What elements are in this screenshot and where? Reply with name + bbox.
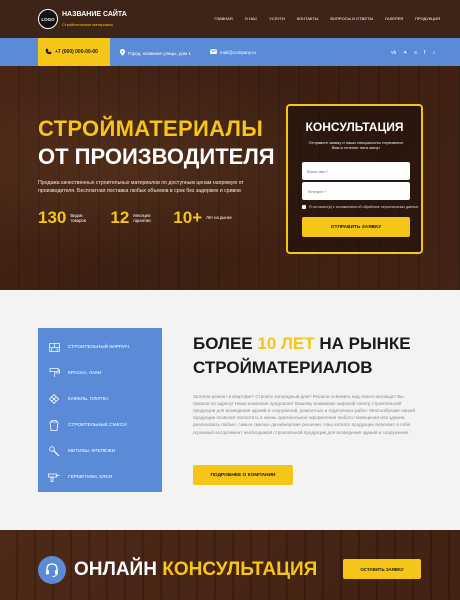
about-more-button[interactable]: ПОДРОБНЕЕ О КОМПАНИИ [193, 465, 293, 485]
submit-button[interactable]: ОТПРАВИТЬ ЗАЯВКУ [302, 217, 410, 237]
nav-item-about[interactable]: О НАС [245, 16, 258, 21]
about-text: Затеяли ремонт в квартире? Строите загор… [193, 394, 416, 435]
header: LOGO НАЗВАНИЕ САЙТА Стройительные матери… [0, 0, 460, 38]
category-item-fasteners[interactable]: МЕТИЗЫ, КРЕПЕЖИ [48, 445, 116, 456]
mail-icon [209, 48, 218, 55]
about-title-prefix: БОЛЕЕ [193, 334, 258, 353]
nav-item-services[interactable]: УСЛУГИ [269, 16, 285, 21]
map-pin-icon [120, 49, 125, 57]
category-label: ГЕРМЕТИКИ, КЛЕИ [68, 474, 113, 480]
about-section: СТРОИТЕЛЬНЫЙ КИРПИЧ КРАСКА, ЛАКИ КАФЕЛЬ,… [0, 290, 460, 530]
stat-years: 10+ Лет на рынке [173, 208, 234, 228]
hero-stats: 130 Видов товаров 12 Месяцев гарантии 10… [38, 208, 234, 228]
address-block: Город, название улицы, дом 1 [120, 49, 191, 57]
vk-icon[interactable]: vk [391, 50, 396, 56]
online-title: ОНЛАЙН КОНСУЛЬТАЦИЯ [74, 559, 317, 581]
phone-input[interactable] [302, 182, 410, 200]
skype-icon[interactable]: s [414, 50, 417, 56]
stat-label: Месяцев гарантии [133, 212, 151, 223]
facebook-icon[interactable]: f [424, 50, 425, 56]
hero-title-line2: ОТ ПРОИЗВОДИТЕЛЯ [38, 144, 275, 169]
headset-icon [38, 556, 66, 584]
consent-label: Я согласен(а) с положением об обработке … [309, 205, 419, 209]
online-title-accent: КОНСУЛЬТАЦИЯ [162, 559, 318, 580]
phone-icon [45, 48, 52, 57]
nav-item-gallery[interactable]: ГАЛЕРЕЯ [385, 16, 403, 21]
email-text[interactable]: mail@company.ru [220, 50, 256, 55]
cement-bag-icon [48, 419, 60, 431]
about-title: БОЛЕЕ 10 ЛЕТ НА РЫНКЕ [193, 334, 411, 354]
category-label: МЕТИЗЫ, КРЕПЕЖИ [68, 448, 116, 454]
category-label: СТРОИТЕЛЬНЫЙ КИРПИЧ [68, 344, 129, 350]
about-title-line2: СТРОЙМАТЕРИАЛОВ [193, 358, 373, 377]
form-title: КОНСУЛЬТАЦИЯ [305, 120, 404, 134]
screw-icon [48, 445, 60, 456]
logo[interactable]: LOGO [38, 9, 58, 29]
main-nav: ГЛАВНАЯ О НАС УСЛУГИ КОНТАКТЫ ВОПРОСЫ И … [214, 16, 440, 21]
email-block[interactable]: mail@company.ru [209, 48, 256, 55]
hero-title-line1: СТРОЙМАТЕРИАЛЫ [38, 116, 264, 141]
stat-label: Лет на рынке [206, 215, 232, 221]
phone-block[interactable]: +7 (000) 000-00-00 [38, 38, 110, 66]
stat-label: Видов товаров [70, 212, 86, 223]
category-item-tiles[interactable]: КАФЕЛЬ, ПЛИТКА [48, 394, 109, 404]
sealant-gun-icon [48, 472, 60, 482]
about-title-suffix: НА РЫНКЕ [314, 334, 411, 353]
site-title[interactable]: НАЗВАНИЕ САЙТА [62, 11, 127, 18]
phone-number[interactable]: +7 (000) 000-00-00 [55, 49, 98, 55]
address-text: Город, название улицы, дом 1 [128, 50, 191, 56]
nav-item-products[interactable]: ПРОДУКЦИЯ [415, 16, 440, 21]
category-menu: СТРОИТЕЛЬНЫЙ КИРПИЧ КРАСКА, ЛАКИ КАФЕЛЬ,… [38, 328, 162, 492]
site-subtitle: Стройительные материалы [62, 22, 114, 27]
nav-item-home[interactable]: ГЛАВНАЯ [214, 16, 232, 21]
stat-warranty: 12 Месяцев гарантии [110, 208, 161, 228]
consent-row[interactable]: Я согласен(а) с положением об обработке … [302, 205, 418, 209]
brick-icon [48, 342, 60, 352]
paint-roller-icon [48, 368, 60, 378]
online-title-prefix: ОНЛАЙН [74, 559, 163, 580]
about-title-accent: 10 ЛЕТ [257, 334, 315, 353]
hero-description: Продажа качественных строительных матери… [38, 180, 244, 194]
consent-checkbox[interactable] [302, 205, 306, 209]
social-links: vk ✦ s f ♁ [391, 50, 436, 56]
category-label: СТРОИТЕЛЬНЫЕ СМЕСИ [68, 422, 127, 428]
category-label: КРАСКА, ЛАКИ [68, 370, 102, 376]
category-item-mixes[interactable]: СТРОИТЕЛЬНЫЕ СМЕСИ [48, 419, 127, 431]
odnoklassniki-icon[interactable]: ♁ [432, 50, 436, 56]
name-input[interactable] [302, 162, 410, 180]
info-bar: +7 (000) 000-00-00 Город, название улицы… [0, 38, 460, 66]
form-subtitle: Отправьте заявку и наши специалисты пере… [308, 140, 404, 151]
category-item-paint[interactable]: КРАСКА, ЛАКИ [48, 368, 101, 378]
leave-request-button[interactable]: ОСТАВИТЬ ЗАЯВКУ [343, 559, 421, 579]
nav-item-contacts[interactable]: КОНТАКТЫ [297, 16, 319, 21]
online-consultation-section: ОНЛАЙН КОНСУЛЬТАЦИЯ ОСТАВИТЬ ЗАЯВКУ [0, 530, 460, 600]
stat-number: 10+ [173, 208, 203, 227]
category-item-brick[interactable]: СТРОИТЕЛЬНЫЙ КИРПИЧ [48, 342, 129, 352]
consultation-form: КОНСУЛЬТАЦИЯ Отправьте заявку и наши спе… [286, 104, 423, 254]
hero-section: СТРОЙМАТЕРИАЛЫ ОТ ПРОИЗВОДИТЕЛЯ Продажа … [0, 66, 460, 290]
stat-products: 130 Видов товаров [38, 208, 98, 228]
category-label: КАФЕЛЬ, ПЛИТКА [68, 396, 109, 402]
twitter-icon[interactable]: ✦ [403, 50, 407, 56]
stat-number: 12 [110, 208, 130, 227]
tile-icon [48, 394, 60, 404]
category-item-sealants[interactable]: ГЕРМЕТИКИ, КЛЕИ [48, 472, 112, 482]
nav-item-faq[interactable]: ВОПРОСЫ И ОТВЕТЫ [330, 16, 373, 21]
stat-number: 130 [38, 208, 67, 227]
